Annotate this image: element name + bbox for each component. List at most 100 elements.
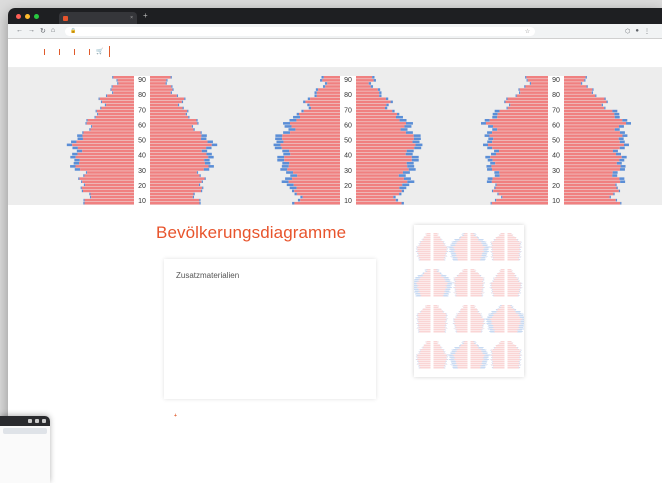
pyramid-bar-female — [564, 82, 581, 85]
pyramid-bar-male — [82, 131, 84, 134]
pyramid-bar-male — [274, 146, 282, 150]
menu-item-1[interactable] — [30, 48, 45, 55]
pyramid-bar-female — [293, 183, 340, 187]
extensions-icon[interactable]: ⬡ — [625, 28, 630, 35]
home-icon[interactable]: ⌂ — [51, 27, 55, 35]
background-browser-window[interactable] — [0, 416, 50, 483]
pyramid-bar-male — [293, 115, 301, 119]
pyramid-bar-male — [518, 91, 521, 94]
pyramid-bar-male — [204, 162, 211, 165]
pyramid-age-label: 50 — [138, 138, 146, 145]
pyramid-bar-female — [90, 128, 134, 131]
window-control-icon[interactable] — [42, 419, 46, 423]
pyramid-bar-male — [621, 155, 627, 159]
pyramid-bar-male — [193, 128, 195, 131]
pyramid-bar-male — [492, 128, 498, 131]
pyramid-bar-female — [79, 162, 134, 165]
pyramid-bar-male — [83, 183, 86, 187]
window-control-icon[interactable] — [28, 419, 32, 423]
pyramid-bar-male — [170, 76, 172, 79]
cart-icon[interactable]: 🛒 — [90, 46, 111, 57]
pyramid-bar-male — [504, 100, 506, 104]
pyramid-age-label: 40 — [138, 153, 146, 160]
pyramid-bar-male — [408, 168, 416, 171]
pyramid-bar-male — [412, 140, 420, 144]
pyramid-bar-male — [104, 103, 107, 107]
menu-item-4[interactable] — [75, 48, 90, 55]
close-window-button[interactable] — [16, 13, 21, 19]
pyramid-bar-female — [77, 152, 134, 156]
pyramid-bar-male — [494, 149, 500, 153]
pyramid-bar-male — [202, 186, 204, 190]
pyramid-age-column — [504, 233, 508, 261]
pyramid-age-column — [504, 305, 508, 333]
pyramid-bar-male — [177, 103, 180, 107]
pyramid-bar-female — [323, 76, 340, 79]
browser-tab[interactable]: × — [59, 12, 137, 24]
pyramid-bar-female — [325, 85, 340, 88]
pyramid-bar-male — [289, 119, 297, 122]
pyramid-bar-male — [487, 140, 493, 144]
language-selector[interactable] — [110, 49, 124, 55]
pyramid-bar-male — [494, 171, 500, 174]
pyramid-bar-male — [198, 183, 201, 187]
pyramid-bar-male — [290, 174, 298, 177]
pyramid-bar-male — [296, 112, 300, 116]
pyramid-bar-male — [401, 189, 405, 193]
profile-icon[interactable]: ● — [635, 28, 639, 35]
pyramid-thumbnails — [410, 233, 528, 369]
pyramid-bar-female — [280, 143, 340, 147]
pyramid-bar-male — [368, 82, 372, 85]
pyramid-bar-female — [564, 155, 622, 159]
menu-item-3[interactable] — [60, 48, 75, 55]
pyramid-age-label: 10 — [344, 198, 352, 205]
pyramid-bar-male — [207, 140, 213, 144]
map-thumbnail-preview[interactable] — [410, 225, 528, 377]
pyramid-bar-female — [493, 189, 548, 193]
pyramid-bar-female — [496, 198, 548, 202]
browser-tab[interactable] — [3, 428, 47, 434]
pyramid-bar-female — [564, 192, 614, 196]
pyramid-bar-male — [66, 143, 73, 147]
pyramid-bar-female — [80, 168, 134, 171]
pyramid-bar-male — [281, 180, 289, 183]
pyramid-bar-male — [484, 119, 490, 122]
pyramid-bar-female — [564, 85, 587, 88]
pyramid-bar-male — [491, 189, 494, 193]
bookmark-star-icon[interactable]: ☆ — [525, 28, 530, 35]
pyramid-bar-female — [564, 168, 620, 171]
forward-icon[interactable]: → — [28, 27, 35, 35]
pyramid-bar-male — [196, 119, 198, 122]
pyramid-bar-male — [303, 100, 306, 104]
window-control-icon[interactable] — [35, 419, 39, 423]
menu-icon[interactable]: ⋮ — [644, 28, 650, 35]
pyramid-bar-male — [184, 97, 186, 101]
feedback-toggle[interactable]: + — [174, 413, 177, 419]
pyramid-bar-female — [564, 94, 596, 97]
pyramid-bar-female — [84, 198, 134, 202]
pyramid-bar-male — [525, 76, 527, 79]
pyramid-bar-male — [199, 174, 201, 177]
pyramid-bar-female — [564, 91, 592, 94]
pyramid-bar-female — [564, 177, 620, 180]
tab-close-icon[interactable]: × — [130, 15, 133, 21]
pyramid-bar-male — [618, 189, 621, 193]
pyramid-bar-female — [295, 128, 340, 131]
maximize-window-button[interactable] — [34, 13, 39, 19]
pyramid-bar-female — [356, 122, 406, 125]
address-bar[interactable]: 🔒 ☆ — [65, 26, 536, 36]
pyramid-bar-male — [395, 198, 399, 202]
pyramid-bar-female — [564, 109, 613, 113]
pyramid-bar-male — [71, 140, 77, 144]
back-icon[interactable]: ← — [16, 27, 23, 35]
new-tab-icon[interactable]: + — [143, 12, 148, 20]
pyramid-bar-male — [604, 97, 606, 101]
minimize-window-button[interactable] — [25, 13, 30, 19]
pyramid-age-column — [504, 269, 508, 297]
pyramid-bar-female — [564, 189, 619, 193]
pyramid-bar-male — [392, 109, 395, 113]
pyramid-age-label: 60 — [552, 122, 560, 129]
reload-icon[interactable]: ↻ — [40, 27, 46, 35]
menu-item-2[interactable] — [45, 48, 60, 55]
pyramid-bar-male — [77, 137, 83, 140]
